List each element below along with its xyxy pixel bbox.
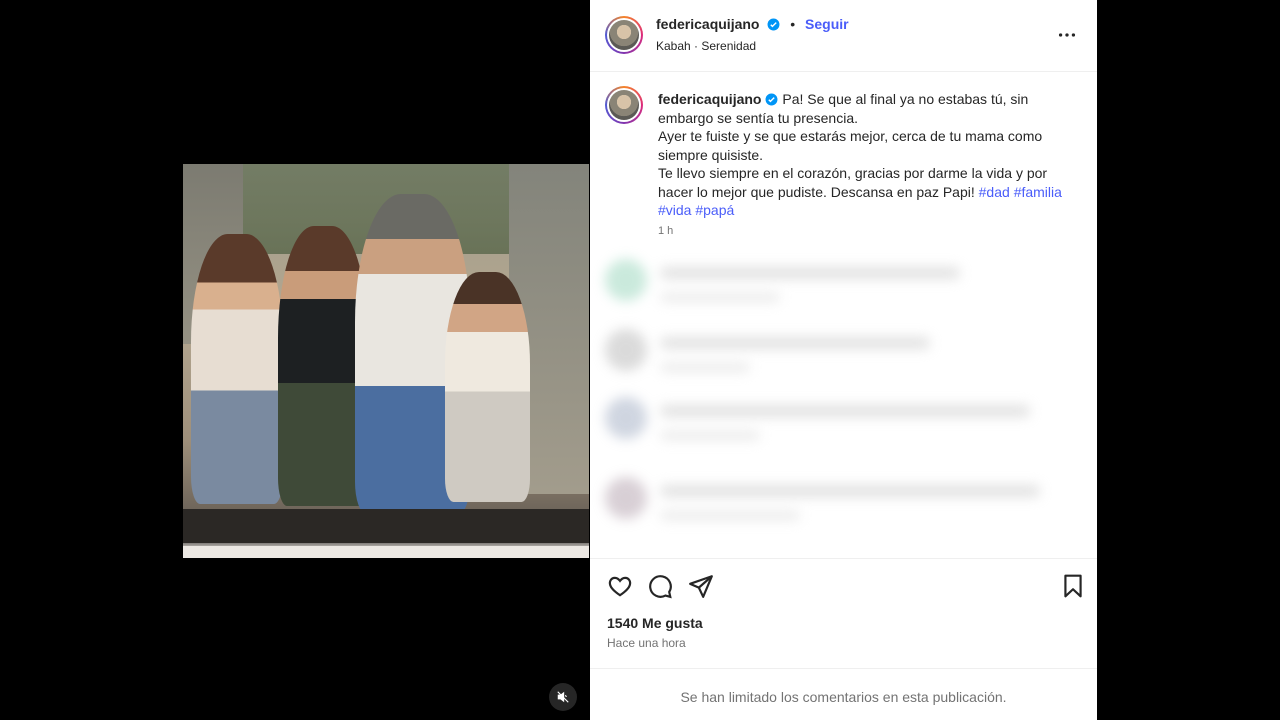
hashtag-link[interactable]: #vida [658,202,691,218]
post-panel: federicaquijano • Seguir Kabah · Serenid… [590,0,1097,720]
caption-username-link[interactable]: federicaquijano [658,91,761,107]
bookmark-icon[interactable] [1060,573,1086,599]
caption-section: federicaquijano Pa! Se que al final ya n… [590,73,1097,558]
caption-text: federicaquijano Pa! Se que al final ya n… [658,90,1078,220]
heart-icon[interactable] [607,573,633,599]
hashtag-link[interactable]: #papá [695,202,734,218]
username-link[interactable]: federicaquijano [656,16,759,32]
more-options-icon[interactable] [1055,24,1079,46]
hashtag-link[interactable]: #familia [1014,184,1062,200]
blurred-comments [590,249,1097,555]
caption-line-2: Ayer te fuiste y se que estarás mejor, c… [658,128,1043,163]
comments-limited-notice: Se han limitado los comentarios en esta … [680,689,1007,705]
media-viewer [0,0,590,720]
post-header: federicaquijano • Seguir Kabah · Serenid… [590,0,1097,72]
verified-badge-icon [766,93,778,106]
avatar[interactable] [605,86,643,124]
separator: • [790,16,796,32]
follow-button[interactable]: Seguir [805,16,849,32]
comment-icon[interactable] [647,573,673,599]
comments-footer: Se han limitado los comentarios en esta … [590,668,1097,720]
hashtag-link[interactable]: #dad [979,184,1010,200]
share-icon[interactable] [688,573,714,599]
location-label[interactable]: Kabah · Serenidad [656,39,756,53]
caption-timestamp: 1 h [658,225,674,237]
action-bar: 1540 Me gusta Hace una hora [590,558,1097,668]
likes-count[interactable]: 1540 Me gusta [607,615,703,631]
verified-badge-icon [767,18,780,31]
mute-button[interactable] [549,683,577,711]
post-photo[interactable] [183,164,589,558]
post-timestamp: Hace una hora [607,636,686,650]
muted-audio-icon [557,691,569,703]
avatar[interactable] [605,16,643,54]
